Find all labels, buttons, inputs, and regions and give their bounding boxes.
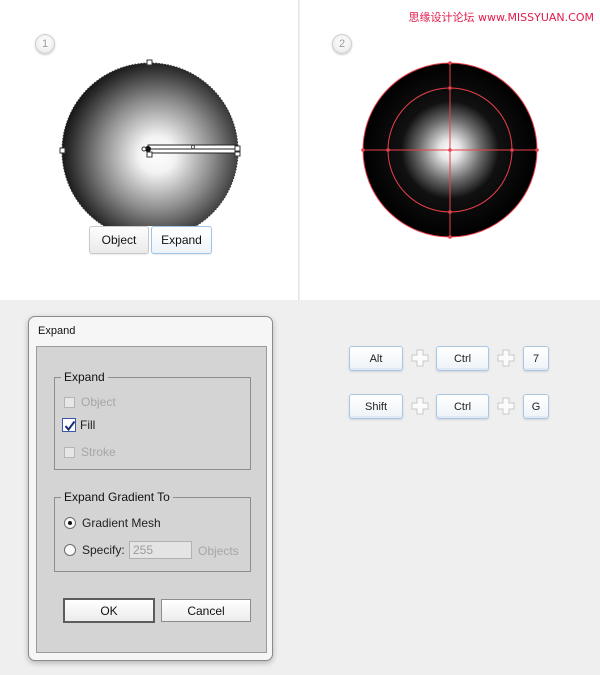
specify-radio[interactable] <box>64 544 76 556</box>
stroke-checkbox-label: Stroke <box>81 445 116 459</box>
gradient-circle-artwork <box>59 59 241 226</box>
gradient-mesh-radio[interactable] <box>64 517 76 529</box>
anchor-point-top <box>146 59 153 66</box>
objects-unit-label: Objects <box>198 544 239 558</box>
key-7: 7 <box>523 346 549 371</box>
gradient-mesh-label: Gradient Mesh <box>82 516 161 530</box>
key-ctrl: Ctrl <box>436 394 489 419</box>
object-checkbox-label: Object <box>81 395 116 409</box>
anchor-point-left <box>59 147 66 154</box>
object-checkbox-row[interactable]: Object <box>64 395 116 409</box>
object-checkbox[interactable] <box>64 396 75 408</box>
object-button[interactable]: Object <box>89 226 149 254</box>
plus-icon <box>497 349 515 367</box>
key-ctrl: Ctrl <box>436 346 489 371</box>
key-alt: Alt <box>349 346 403 371</box>
cancel-button[interactable]: Cancel <box>161 599 251 622</box>
gradient-mesh-radio-row[interactable]: Gradient Mesh <box>64 516 161 530</box>
key-g: G <box>523 394 549 419</box>
mesh-points <box>361 61 539 239</box>
specify-label: Specify: <box>82 543 125 557</box>
checkmark-icon <box>64 420 76 432</box>
fill-checkbox-label: Fill <box>80 418 96 432</box>
specify-count-input[interactable]: 255 <box>129 541 192 559</box>
expand-control-bar: Object Expand <box>89 226 212 254</box>
plus-icon <box>411 397 429 415</box>
expand-gradient-legend: Expand Gradient To <box>64 490 170 504</box>
stroke-checkbox-row[interactable]: Stroke <box>64 445 116 459</box>
stroke-checkbox[interactable] <box>64 446 75 458</box>
step-1-panel: 1 Object Expand <box>0 0 299 300</box>
key-shift: Shift <box>349 394 403 419</box>
gradient-mesh-artwork <box>361 61 539 239</box>
plus-icon <box>411 349 429 367</box>
step-2-panel: 2 思缘设计论坛 www.MISSYUAN.COM <box>300 0 600 300</box>
expand-group-legend: Expand <box>64 370 105 384</box>
ok-button[interactable]: OK <box>63 598 155 623</box>
expand-gradient-group: Expand Gradient To <box>54 490 251 572</box>
dialog-title: Expand <box>38 325 76 337</box>
expand-dialog: Expand Expand Object Fill Stroke Expand … <box>28 316 273 661</box>
fill-checkbox-row[interactable]: Fill <box>62 418 95 432</box>
plus-icon <box>497 397 515 415</box>
fill-checkbox[interactable] <box>62 418 76 432</box>
expand-button[interactable]: Expand <box>151 226 212 254</box>
dialog-body: Expand Object Fill Stroke Expand Gradien… <box>36 346 267 653</box>
specify-radio-row[interactable]: Specify: <box>64 543 125 557</box>
